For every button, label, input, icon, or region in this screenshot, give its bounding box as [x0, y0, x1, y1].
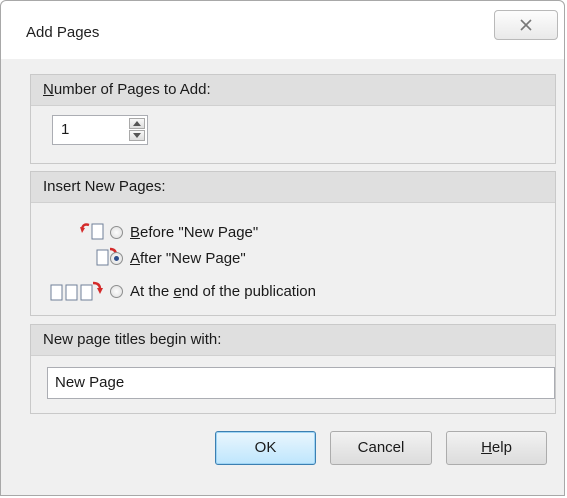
spin-up-button[interactable]: [129, 118, 145, 129]
option-end[interactable]: At the end of the publication: [110, 280, 316, 302]
insert-before-icon: [80, 223, 104, 240]
dialog-title: Add Pages: [26, 24, 100, 41]
page-titles-header: New page titles begin with:: [31, 325, 555, 356]
ok-button[interactable]: OK: [215, 431, 316, 465]
insert-end-icon: [50, 281, 103, 301]
option-end-label[interactable]: At the end of the publication: [130, 283, 316, 300]
title-bar[interactable]: Add Pages: [1, 1, 564, 59]
insert-position-header: Insert New Pages:: [31, 172, 555, 203]
pages-count-spinner[interactable]: 1: [52, 115, 148, 145]
radio-before[interactable]: [110, 225, 123, 239]
option-after[interactable]: After "New Page": [110, 247, 246, 269]
page-title-prefix-input[interactable]: New Page: [47, 367, 555, 399]
pages-count-header: Number of Pages to Add:: [31, 75, 555, 106]
close-icon: [520, 19, 532, 31]
spin-down-button[interactable]: [129, 130, 145, 141]
option-before-label[interactable]: Before "New Page": [130, 224, 258, 241]
radio-end[interactable]: [110, 284, 123, 298]
spinner-buttons: [129, 118, 145, 142]
close-button[interactable]: [494, 10, 558, 40]
option-before[interactable]: Before "New Page": [110, 221, 258, 243]
spin-down-arrow-icon: [133, 133, 141, 138]
option-after-label[interactable]: After "New Page": [130, 250, 246, 267]
spin-up-arrow-icon: [133, 121, 141, 126]
help-button[interactable]: Help: [446, 431, 547, 465]
radio-after[interactable]: [110, 251, 123, 265]
cancel-button[interactable]: Cancel: [330, 431, 432, 465]
pages-count-value[interactable]: 1: [61, 121, 69, 138]
